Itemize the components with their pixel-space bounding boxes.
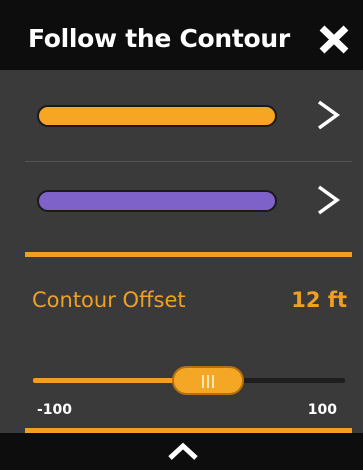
slider-min-label: -100 <box>37 402 73 418</box>
close-button[interactable] <box>317 22 351 56</box>
chevron-right-icon <box>317 100 340 130</box>
section-divider <box>25 252 352 257</box>
chevron-right-icon <box>317 185 340 215</box>
line-color-swatch-purple <box>37 190 277 212</box>
content-panel: Contour Offset 12 ft -100 100 <box>0 70 363 433</box>
slider-grip-line <box>201 375 204 388</box>
page-title: Follow the Contour <box>28 24 290 53</box>
line-color-swatch-orange <box>37 105 277 127</box>
contour-offset-label: Contour Offset <box>32 288 186 312</box>
slider-grip-line <box>206 375 209 388</box>
line-color-row-purple[interactable] <box>25 167 352 239</box>
contour-offset-value: 12 ft <box>291 288 347 312</box>
chevron-up-icon[interactable] <box>166 439 200 463</box>
close-icon <box>319 25 349 54</box>
slider-thumb[interactable] <box>171 366 244 395</box>
row-divider <box>25 161 352 162</box>
slider-grip-line <box>211 375 214 388</box>
contour-offset-slider[interactable] <box>33 366 345 396</box>
line-color-row-orange[interactable] <box>25 82 352 154</box>
slider-max-label: 100 <box>307 402 337 418</box>
footer-bar <box>0 433 363 470</box>
header-bar: Follow the Contour <box>0 0 363 70</box>
